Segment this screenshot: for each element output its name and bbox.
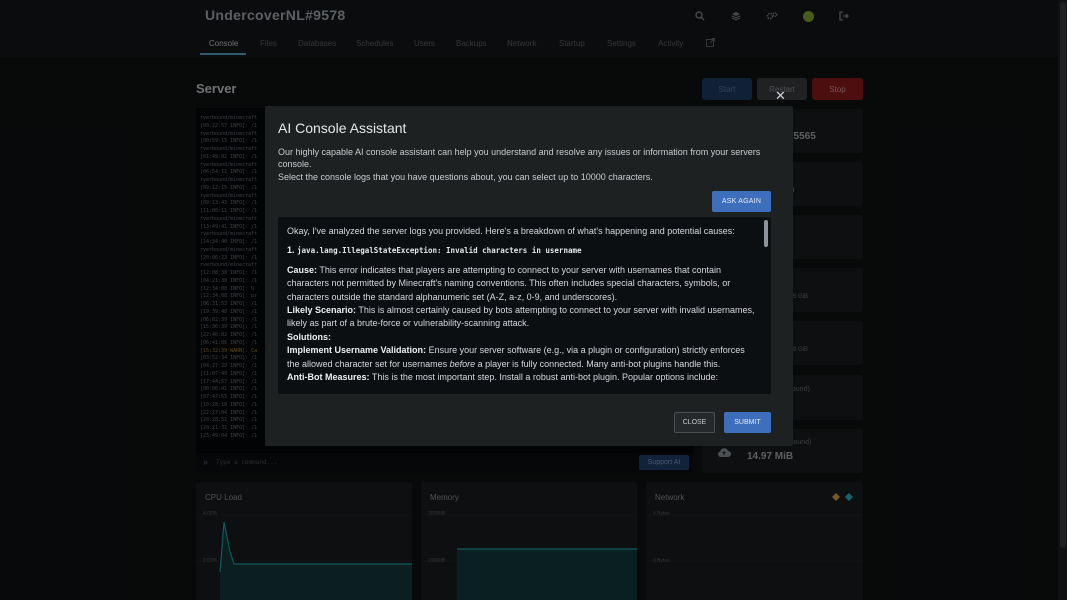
- response-intro: Okay, I've analyzed the server logs you …: [287, 226, 735, 236]
- likely-text: This is almost certainly caused by bots …: [287, 305, 755, 329]
- item-code: java.lang.IllegalStateException: Invalid…: [297, 246, 582, 256]
- response-clip-mask: [278, 394, 771, 406]
- solutions-label: Solutions:: [287, 331, 331, 342]
- response-antibot: Anti-Bot Measures: This is the most impo…: [287, 371, 757, 384]
- modal-description-line-1: Our highly capable AI console assistant …: [278, 147, 761, 170]
- ask-again-button[interactable]: ASK AGAIN: [712, 191, 771, 212]
- item-number: 1.: [287, 245, 295, 256]
- antibot-label: Anti-Bot Measures:: [287, 372, 370, 383]
- validation-label: Implement Username Validation:: [287, 345, 427, 356]
- modal-title: AI Console Assistant: [278, 120, 407, 136]
- likely-label: Likely Scenario:: [287, 305, 357, 316]
- validation-text-b: a player is fully connected. Many anti-b…: [477, 358, 721, 369]
- antibot-text: This is the most important step. Install…: [371, 372, 719, 383]
- close-icon[interactable]: ✕: [775, 88, 786, 104]
- response-scrollbar-thumb[interactable]: [764, 220, 768, 247]
- response-cause: Cause: This error indicates that players…: [287, 264, 757, 304]
- response-validation: Implement Username Validation: Ensure yo…: [287, 344, 757, 371]
- response-item-heading: 1. java.lang.IllegalStateException: Inva…: [287, 244, 757, 257]
- modal-description: Our highly capable AI console assistant …: [278, 146, 773, 183]
- close-button[interactable]: CLOSE: [674, 412, 715, 433]
- cause-text: This error indicates that players are at…: [287, 264, 731, 302]
- ai-response-text: Okay, I've analyzed the server logs you …: [287, 225, 757, 384]
- cause-label: Cause:: [287, 264, 318, 275]
- modal-description-line-2: Select the console logs that you have qu…: [278, 171, 653, 182]
- response-solutions: Solutions:: [287, 331, 757, 344]
- submit-button[interactable]: SUBMIT: [724, 412, 771, 433]
- response-likely: Likely Scenario: This is almost certainl…: [287, 304, 757, 331]
- validation-emphasis: before: [449, 358, 476, 369]
